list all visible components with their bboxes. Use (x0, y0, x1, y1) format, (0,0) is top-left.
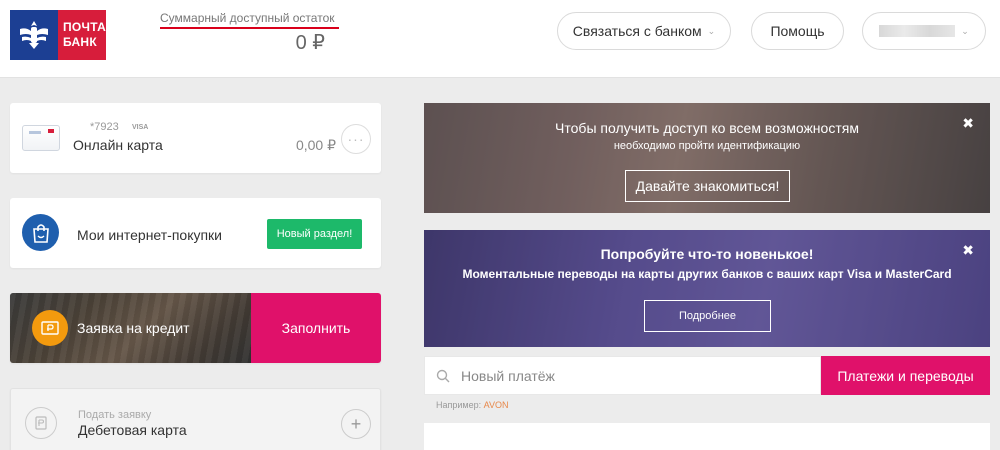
apply-small-label: Подать заявку (78, 409, 152, 421)
internet-purchases-item[interactable]: Мои интернет-покупки Новый раздел! (10, 198, 381, 268)
promo-banner: Попробуйте что-то новенькое! Моментальны… (424, 230, 990, 347)
close-icon[interactable]: ✖ (962, 115, 974, 132)
purchases-label: Мои интернет-покупки (77, 227, 222, 243)
payments-transfers-button[interactable]: Платежи и переводы (821, 356, 990, 395)
credit-label: Заявка на кредит (77, 320, 190, 336)
more-details-button[interactable]: Подробнее (644, 300, 771, 332)
identification-banner: Чтобы получить доступ ко всем возможност… (424, 103, 990, 213)
close-icon[interactable]: ✖ (962, 242, 974, 259)
ruble-coin-icon (32, 310, 68, 346)
debit-card-label: Дебетовая карта (78, 422, 187, 438)
card-name: Онлайн карта (73, 137, 163, 153)
eagle-emblem-icon (10, 10, 58, 60)
identification-subtitle: необходимо пройти идентификацию (613, 140, 801, 152)
search-input[interactable]: Новый платёж (461, 368, 555, 384)
get-acquainted-button[interactable]: Давайте знакомиться! (625, 170, 790, 202)
logo-text-line1: ПОЧТА (63, 20, 107, 34)
online-card-item[interactable]: *7923 VISA Онлайн карта 0,00 ₽ ··· (10, 103, 381, 173)
new-payment-search[interactable]: Новый платёж (424, 356, 821, 395)
example-link[interactable]: AVON (484, 400, 509, 410)
credit-banner-image: Заявка на кредит (10, 293, 251, 363)
user-name-redacted (879, 25, 956, 37)
user-menu-button[interactable]: ⌄ (862, 12, 986, 50)
contact-bank-button[interactable]: Связаться с банком ⌄ (557, 12, 731, 50)
fill-credit-button[interactable]: Заполнить (251, 293, 381, 363)
new-section-badge[interactable]: Новый раздел! (267, 219, 362, 249)
card-system: VISA (132, 124, 149, 131)
header: ПОЧТА БАНК Суммарный доступный остаток 0… (0, 0, 1000, 78)
balance-title[interactable]: Суммарный доступный остаток (160, 11, 335, 25)
contact-bank-label: Связаться с банком (572, 23, 702, 39)
shopping-bag-icon (22, 214, 59, 251)
more-dots-icon[interactable]: ··· (341, 124, 371, 154)
help-label: Помощь (770, 23, 825, 39)
bank-logo[interactable]: ПОЧТА БАНК (10, 10, 106, 60)
card-number: *7923 (90, 121, 119, 133)
logo-text-line2: БАНК (63, 35, 98, 49)
identification-title: Чтобы получить доступ ко всем возможност… (555, 120, 859, 136)
help-button[interactable]: Помощь (751, 12, 844, 50)
card-amount: 0,00 ₽ (295, 137, 336, 153)
chevron-down-icon: ⌄ (707, 25, 716, 36)
bank-card-icon (22, 125, 60, 151)
balance-underline (160, 27, 339, 29)
balance-value: 0 ₽ (295, 32, 325, 54)
chevron-down-icon: ⌄ (961, 25, 969, 36)
payment-example: Например: AVON (436, 400, 508, 410)
document-icon (25, 407, 57, 439)
search-icon (425, 369, 461, 383)
promo-title: Попробуйте что-то новенькое! (600, 246, 814, 262)
bottom-panel (424, 423, 990, 450)
add-icon[interactable]: + (341, 409, 371, 439)
debit-card-application-item[interactable]: Подать заявку Дебетовая карта + (10, 388, 381, 450)
promo-subtitle: Моментальные переводы на карты других ба… (462, 267, 952, 281)
example-prefix: Например: (436, 400, 482, 410)
credit-application-item[interactable]: Заявка на кредит Заполнить (10, 293, 381, 363)
